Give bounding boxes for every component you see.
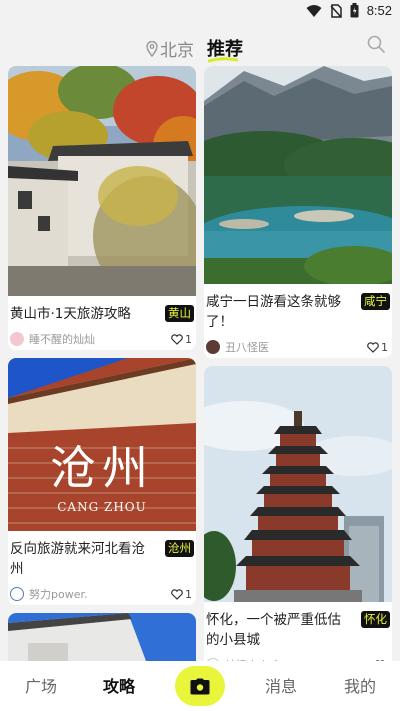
avatar[interactable] [10, 332, 24, 346]
nav-profile[interactable]: 我的 [344, 673, 376, 697]
location-tag[interactable]: 怀化 [361, 611, 390, 628]
top-header: 北京 推荐 [0, 26, 400, 66]
no-sim-icon [330, 3, 342, 18]
feed-column-left: 黄山市·1天旅游攻略 黄山 睡不醒的灿灿 1 沧州 CANG ZHOU 反向旅游… [8, 66, 196, 701]
status-icons: 8:52 [306, 3, 392, 18]
like-button[interactable]: 1 [171, 588, 192, 601]
card-title-row: 反向旅游就来河北看沧州 沧州 [8, 531, 196, 579]
card-meta: 丑八怪医 1 [204, 332, 392, 358]
status-bar: 8:52 [0, 0, 400, 24]
like-button[interactable]: 1 [171, 333, 192, 346]
image-sign-text: 沧州 [50, 441, 154, 495]
location-tag[interactable]: 沧州 [165, 540, 194, 557]
author-name[interactable]: 睡不醒的灿灿 [29, 331, 171, 347]
camera-icon [190, 678, 210, 694]
avatar[interactable] [206, 340, 220, 354]
feed-card[interactable]: 沧州 CANG ZHOU 反向旅游就来河北看沧州 沧州 努力power. 1 [8, 358, 196, 605]
like-count: 1 [185, 587, 192, 601]
heart-icon [171, 588, 183, 600]
card-image-huaihua-pagoda [204, 366, 392, 602]
card-meta: 努力power. 1 [8, 579, 196, 605]
feed-card[interactable]: 咸宁一日游看这条就够了！ 咸宁 丑八怪医 1 [204, 66, 392, 358]
feed-card[interactable]: 黄山市·1天旅游攻略 黄山 睡不醒的灿灿 1 [8, 66, 196, 350]
card-title: 咸宁一日游看这条就够了！ [206, 294, 341, 330]
nav-guides[interactable]: 攻略 [103, 673, 135, 697]
battery-icon [350, 3, 359, 18]
like-button[interactable]: 1 [367, 341, 388, 354]
feed-column-right: 咸宁一日游看这条就够了！ 咸宁 丑八怪医 1 怀化，一个被严重低估的小县城 怀化 [204, 66, 392, 711]
card-title-row: 咸宁一日游看这条就够了！ 咸宁 [204, 284, 392, 332]
heart-icon [367, 341, 379, 353]
city-selector[interactable]: 北京 [146, 36, 194, 61]
location-tag[interactable]: 黄山 [165, 305, 194, 322]
search-icon[interactable] [366, 34, 386, 54]
card-image-huangshan-village [8, 66, 196, 296]
author-name[interactable]: 丑八怪医 [225, 339, 367, 355]
bottom-nav: 广场 攻略 消息 我的 [0, 661, 400, 711]
location-tag[interactable]: 咸宁 [361, 293, 390, 310]
like-count: 1 [381, 340, 388, 354]
card-image-cangzhou-sign: 沧州 CANG ZHOU [8, 358, 196, 531]
card-title: 黄山市·1天旅游攻略 [10, 306, 131, 322]
tab-active-indicator [208, 57, 238, 63]
feed-card[interactable]: 怀化，一个被严重低估的小县城 怀化 绮情小火鸡 [204, 366, 392, 676]
card-title-row: 怀化，一个被严重低估的小县城 怀化 [204, 602, 392, 650]
heart-icon [171, 333, 183, 345]
location-pin-icon [146, 40, 158, 57]
status-time: 8:52 [366, 3, 392, 18]
card-title: 反向旅游就来河北看沧州 [10, 541, 145, 577]
camera-button[interactable] [175, 666, 225, 706]
city-name: 北京 [160, 41, 194, 61]
card-title-row: 黄山市·1天旅游攻略 黄山 [8, 296, 196, 324]
card-meta: 睡不醒的灿灿 1 [8, 324, 196, 350]
avatar[interactable] [10, 587, 24, 601]
app-screen: 8:52 北京 推荐 黄山市·1天旅游攻略 黄山 睡不醒的灿灿 1 沧州 CAN… [0, 0, 400, 711]
card-title: 怀化，一个被严重低估的小县城 [206, 612, 341, 648]
wifi-icon [306, 4, 322, 17]
author-name[interactable]: 努力power. [29, 586, 171, 602]
image-sign-subtext: CANG ZHOU [57, 500, 147, 514]
nav-messages[interactable]: 消息 [265, 673, 297, 697]
nav-square[interactable]: 广场 [25, 673, 57, 697]
like-count: 1 [185, 332, 192, 346]
card-image-xianning-lake [204, 66, 392, 284]
